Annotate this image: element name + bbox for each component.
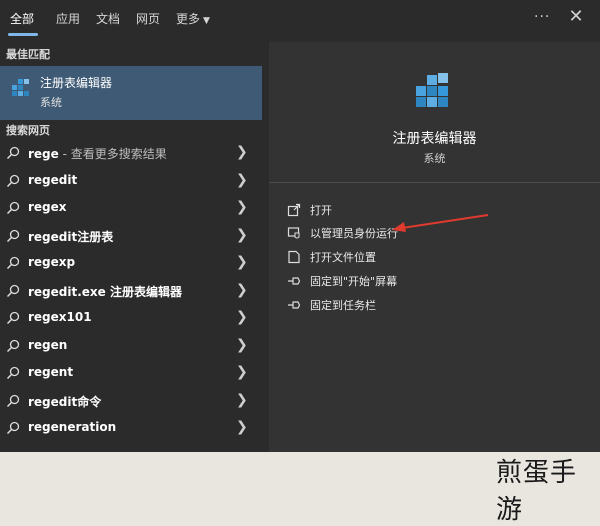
tab-more-label: 更多: [176, 12, 201, 26]
chevron-right-icon[interactable]: ❯: [236, 282, 248, 298]
query-text: regeneration: [28, 420, 117, 434]
web-search-item-label: regedit: [28, 173, 77, 187]
chevron-right-icon[interactable]: ❯: [236, 144, 248, 160]
web-search-item-label: regent: [28, 365, 73, 379]
chevron-right-icon[interactable]: ❯: [236, 392, 248, 408]
query-text: regex: [28, 200, 67, 214]
web-search-item-label: regex: [28, 200, 67, 214]
search-icon: [6, 256, 20, 270]
folder-icon: [288, 250, 300, 264]
close-icon[interactable]: ✕: [566, 6, 586, 27]
suggestion-suffix: - 查看更多搜索结果: [58, 147, 167, 161]
search-icon: [6, 284, 20, 297]
divider: [269, 182, 600, 183]
web-search-item[interactable]: regedit ❯: [0, 168, 262, 195]
chevron-right-icon[interactable]: ❯: [236, 337, 248, 353]
query-text: rege: [28, 147, 59, 161]
web-search-item[interactable]: regexp ❯: [0, 250, 262, 277]
tab-apps[interactable]: 应用: [52, 8, 84, 30]
detail-subtitle: 系统: [423, 152, 446, 165]
search-window: 全部 应用 文档 网页 更多 ▼ ··· ✕ 最佳匹配 注册表编辑器 系统 搜索网…: [0, 0, 600, 452]
registry-editor-icon: [12, 79, 29, 96]
tab-all[interactable]: 全部: [6, 8, 38, 30]
tab-more[interactable]: 更多 ▼: [172, 8, 214, 30]
best-match-heading: 最佳匹配: [6, 48, 50, 61]
search-icon: [6, 201, 20, 215]
web-search-item-label: regexp: [28, 255, 75, 269]
action-run-as-admin-label: 以管理员身份运行: [310, 227, 398, 240]
query-text: regexp: [28, 255, 76, 269]
web-search-item[interactable]: regeneration ❯: [0, 415, 262, 442]
web-search-item[interactable]: regedit命令 ❯: [0, 388, 262, 415]
web-search-item[interactable]: rege - 查看更多搜索结果 ❯: [0, 140, 262, 167]
web-search-item[interactable]: regedit.exe 注册表编辑器 ❯: [0, 278, 262, 305]
watermark: 煎蛋手游: [496, 458, 578, 525]
registry-editor-icon: [416, 73, 448, 107]
action-open-label: 打开: [310, 204, 332, 217]
search-icon: [6, 366, 20, 380]
pin-icon: [288, 301, 301, 309]
web-search-item-label: regen: [28, 338, 67, 352]
search-icon: [6, 339, 20, 352]
best-match-title: 注册表编辑器: [40, 76, 113, 90]
query-text: regex101: [28, 310, 92, 324]
chevron-right-icon[interactable]: ❯: [236, 364, 248, 380]
annotation-arrow: [392, 214, 489, 232]
query-text: regedit.exe 注册表编辑器: [28, 284, 182, 299]
query-text: regen: [28, 337, 68, 352]
shield-icon: [287, 227, 300, 239]
search-icon: [6, 311, 20, 325]
chevron-right-icon[interactable]: ❯: [236, 172, 248, 188]
action-pin-to-taskbar-label: 固定到任务栏: [310, 299, 376, 312]
search-icon: [6, 394, 20, 407]
web-search-item[interactable]: regex101 ❯: [0, 305, 262, 332]
chevron-right-icon[interactable]: ❯: [236, 254, 248, 270]
chevron-right-icon[interactable]: ❯: [236, 419, 248, 435]
web-search-item-label: rege - 查看更多搜索结果: [28, 145, 167, 162]
open-icon: [287, 203, 301, 217]
chevron-right-icon[interactable]: ❯: [236, 309, 248, 325]
detail-title: 注册表编辑器: [392, 131, 477, 147]
query-text: regedit命令: [28, 394, 102, 409]
web-search-item-label: regedit注册表: [28, 228, 113, 245]
web-search-item-label: regeneration: [28, 420, 116, 434]
search-icon: [6, 146, 20, 160]
chevron-right-icon[interactable]: ❯: [236, 199, 248, 215]
more-options-icon[interactable]: ···: [534, 9, 550, 25]
query-text: regent: [28, 365, 74, 379]
pin-icon: [288, 277, 301, 285]
web-search-item[interactable]: regex ❯: [0, 195, 262, 222]
tab-web[interactable]: 网页: [132, 8, 164, 30]
web-search-item-label: regex101: [28, 310, 92, 324]
web-search-item[interactable]: regedit注册表 ❯: [0, 223, 262, 250]
best-match-subtitle: 系统: [40, 96, 62, 109]
results-list: 最佳匹配 注册表编辑器 系统 搜索网页 rege - 查看更多搜索结果 ❯ rege…: [0, 38, 262, 452]
web-search-item-label: regedit.exe 注册表编辑器: [28, 283, 182, 300]
chevron-down-icon: ▼: [203, 16, 210, 26]
search-icon: [6, 229, 20, 242]
filter-tabs-bar: 全部 应用 文档 网页 更多 ▼ ··· ✕: [0, 0, 600, 38]
web-search-item-label: regedit命令: [28, 393, 101, 410]
query-text: regedit注册表: [28, 229, 114, 244]
web-search-item[interactable]: regen ❯: [0, 333, 262, 360]
tab-documents[interactable]: 文档: [92, 8, 124, 30]
best-match-item[interactable]: 注册表编辑器 系统: [0, 66, 262, 120]
action-open-file-location-label: 打开文件位置: [310, 251, 376, 264]
detail-pane: 注册表编辑器 系统 打开 以管理员身份运行 打开文件位置 固定到"开始"屏幕 固…: [269, 42, 600, 452]
search-icon: [6, 174, 20, 187]
active-tab-indicator: [8, 33, 38, 36]
query-text: regedit: [28, 172, 78, 187]
web-search-item[interactable]: regent ❯: [0, 360, 262, 387]
search-icon: [6, 421, 20, 435]
action-pin-to-start-label: 固定到"开始"屏幕: [310, 275, 398, 288]
web-search-heading: 搜索网页: [6, 124, 50, 137]
chevron-right-icon[interactable]: ❯: [236, 227, 248, 243]
